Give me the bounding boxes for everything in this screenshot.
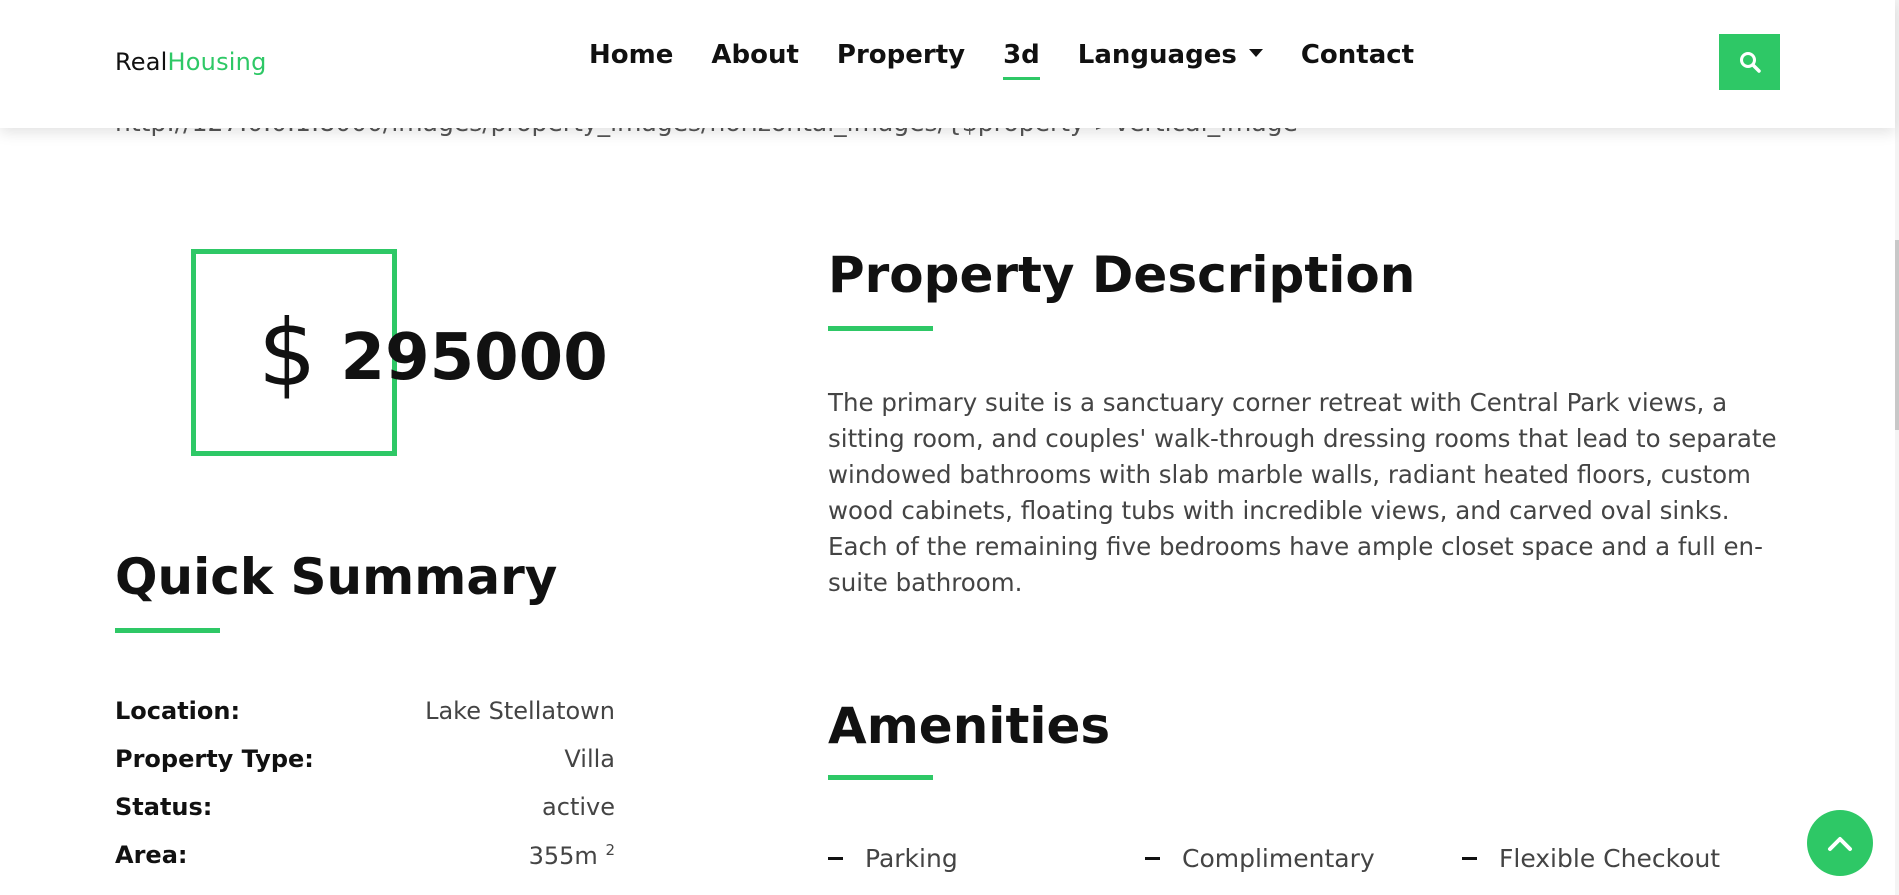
nav-languages-label: Languages [1077, 40, 1237, 70]
amenity-label: Complimentary [1182, 844, 1375, 873]
summary-row-property-type: Property Type: Villa [115, 745, 615, 773]
summary-row-status: Status: active [115, 793, 615, 821]
dash-icon [1462, 857, 1477, 860]
summary-value: active [542, 793, 615, 821]
nav-languages-dropdown[interactable]: Languages [1078, 40, 1263, 70]
summary-value: 355m 2 [529, 841, 615, 870]
property-description-title: Property Description [828, 246, 1416, 304]
summary-label: Area: [115, 841, 188, 869]
property-price: $295000 [258, 300, 608, 407]
summary-row-area: Area: 355m 2 [115, 841, 615, 870]
title-underline [828, 326, 933, 331]
logo-text-real: Real [115, 48, 168, 76]
chevron-down-icon [1248, 48, 1263, 57]
amenities-title: Amenities [828, 697, 1111, 755]
area-unit-exponent: 2 [605, 841, 615, 859]
nav-home[interactable]: Home [589, 40, 673, 70]
currency-symbol: $ [258, 300, 317, 407]
logo-text-housing: Housing [167, 48, 267, 76]
nav-about[interactable]: About [711, 40, 799, 70]
scroll-to-top-button[interactable] [1807, 810, 1873, 876]
scrollbar-track[interactable] [1895, 0, 1899, 895]
summary-label: Status: [115, 793, 213, 821]
summary-value: Lake Stellatown [425, 697, 615, 725]
nav-property[interactable]: Property [837, 40, 965, 70]
amenity-item: Complimentary [1145, 844, 1375, 873]
chevron-up-icon [1828, 837, 1852, 851]
dash-icon [1145, 857, 1160, 860]
logo[interactable]: RealHousing [115, 48, 267, 76]
nav-3d[interactable]: 3d [1003, 40, 1040, 80]
summary-label: Location: [115, 697, 241, 725]
price-amount: 295000 [340, 321, 608, 395]
dash-icon [828, 857, 843, 860]
summary-row-location: Location: Lake Stellatown [115, 697, 615, 725]
scrollbar-thumb[interactable] [1895, 240, 1899, 430]
search-icon [1739, 52, 1761, 73]
search-button[interactable] [1719, 34, 1780, 90]
title-underline [828, 775, 933, 780]
amenity-item: Flexible Checkout [1462, 844, 1720, 873]
area-value: 355m [528, 842, 598, 870]
summary-label: Property Type: [115, 745, 314, 773]
property-description-text: The primary suite is a sanctuary corner … [828, 388, 1777, 597]
site-header: RealHousing Home About Property 3d Langu… [0, 0, 1895, 128]
summary-value: Villa [564, 745, 615, 773]
main-nav: Home About Property 3d Languages Contact [589, 40, 1452, 80]
title-underline [115, 628, 220, 633]
nav-contact[interactable]: Contact [1301, 40, 1414, 70]
amenity-label: Flexible Checkout [1499, 844, 1721, 873]
amenity-item: Parking [828, 844, 958, 873]
amenity-label: Parking [865, 844, 958, 873]
quick-summary-title: Quick Summary [115, 548, 558, 606]
